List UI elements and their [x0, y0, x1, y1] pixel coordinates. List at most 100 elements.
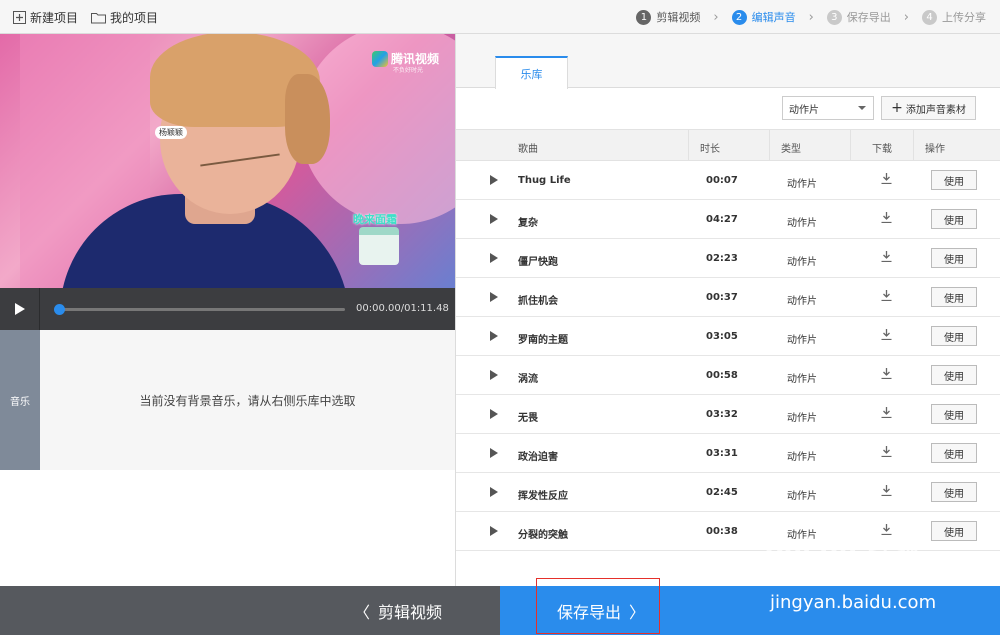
- play-preview-icon[interactable]: [490, 253, 498, 263]
- step-1[interactable]: 1 剪辑视频: [636, 9, 700, 25]
- use-button[interactable]: 使用: [931, 248, 977, 268]
- library-tabs: 乐库: [456, 34, 1000, 89]
- step-4-number: 4: [922, 9, 937, 25]
- download-icon[interactable]: [881, 251, 892, 265]
- table-row[interactable]: 抓住机会 00:37 动作片 使用: [456, 278, 1000, 317]
- play-preview-icon[interactable]: [490, 292, 498, 302]
- use-button[interactable]: 使用: [931, 170, 977, 190]
- next-button-label: 保存导出: [557, 602, 622, 622]
- progress-knob[interactable]: [54, 304, 65, 315]
- use-button[interactable]: 使用: [931, 209, 977, 229]
- song-name: 无畏: [518, 413, 538, 424]
- song-duration: 04:27: [706, 214, 738, 225]
- song-duration: 03:05: [706, 331, 738, 342]
- new-project-label: 新建项目: [30, 11, 79, 25]
- download-icon[interactable]: [881, 446, 892, 460]
- song-type: 动作片: [787, 179, 817, 190]
- video-caption: 晚来面霜: [353, 213, 397, 226]
- folder-icon: [91, 13, 106, 24]
- play-button[interactable]: [0, 288, 40, 330]
- column-divider: [769, 130, 770, 161]
- table-row[interactable]: 复杂 04:27 动作片 使用: [456, 200, 1000, 239]
- chevron-down-icon: [858, 106, 866, 110]
- song-type: 动作片: [787, 218, 817, 229]
- use-button[interactable]: 使用: [931, 326, 977, 346]
- column-divider: [850, 130, 851, 161]
- table-header: 歌曲 时长 类型 下载 操作: [456, 129, 1000, 161]
- video-preview[interactable]: 腾讯视频 不负好时光 杨颖颖 晚来面霜: [0, 34, 455, 288]
- my-projects-button[interactable]: 我的项目: [91, 9, 158, 26]
- column-header-song: 歌曲: [518, 144, 538, 155]
- song-name: 僵尸快跑: [518, 257, 558, 268]
- download-icon[interactable]: [881, 368, 892, 382]
- use-button[interactable]: 使用: [931, 482, 977, 502]
- song-type: 动作片: [787, 257, 817, 268]
- column-header-download: 下载: [872, 144, 892, 155]
- my-projects-label: 我的项目: [110, 11, 159, 25]
- play-preview-icon[interactable]: [490, 448, 498, 458]
- song-name: 分裂的突触: [518, 530, 568, 541]
- use-button[interactable]: 使用: [931, 443, 977, 463]
- video-person-hair: [285, 74, 330, 164]
- use-button[interactable]: 使用: [931, 404, 977, 424]
- column-header-duration: 时长: [700, 144, 720, 155]
- plus-icon: +: [891, 100, 903, 116]
- play-preview-icon[interactable]: [490, 409, 498, 419]
- use-button[interactable]: 使用: [931, 365, 977, 385]
- download-icon[interactable]: [881, 329, 892, 343]
- step-3-number: 3: [826, 9, 842, 25]
- step-chevron-icon: ›: [903, 9, 909, 25]
- table-row[interactable]: 涡流 00:58 动作片 使用: [456, 356, 1000, 395]
- category-select[interactable]: 动作片: [782, 96, 874, 120]
- tencent-video-logo-icon: [372, 50, 388, 67]
- baidu-watermark-url: jingyan.baidu.com: [770, 592, 937, 613]
- top-toolbar: 新建项目 我的项目 1 剪辑视频 › 2 编辑声音 › 3 保存导出 › 4 上传分享: [0, 0, 1000, 34]
- download-icon[interactable]: [881, 212, 892, 226]
- column-divider: [688, 130, 689, 161]
- download-icon[interactable]: [881, 290, 892, 304]
- music-track-label: 音乐: [0, 330, 40, 470]
- play-preview-icon[interactable]: [490, 526, 498, 536]
- table-row[interactable]: 罗南的主题 03:05 动作片 使用: [456, 317, 1000, 356]
- column-header-type: 类型: [781, 144, 801, 155]
- add-sound-button[interactable]: + 添加声音素材: [881, 96, 976, 120]
- table-row[interactable]: 挥发性反应 02:45 动作片 使用: [456, 473, 1000, 512]
- song-duration: 00:07: [706, 175, 738, 186]
- play-preview-icon[interactable]: [490, 214, 498, 224]
- song-duration: 00:58: [706, 370, 738, 381]
- tab-music-library[interactable]: 乐库: [495, 56, 568, 89]
- category-select-value: 动作片: [789, 104, 819, 116]
- back-to-edit-video-button[interactable]: 〈 剪辑视频: [0, 586, 500, 635]
- table-row[interactable]: 无畏 03:32 动作片 使用: [456, 395, 1000, 434]
- new-project-button[interactable]: 新建项目: [13, 9, 78, 26]
- player-controls: 00:00.00/01:11.48: [0, 288, 455, 330]
- download-icon[interactable]: [881, 173, 892, 187]
- progress-bar[interactable]: [54, 304, 345, 315]
- song-type: 动作片: [787, 491, 817, 502]
- song-type: 动作片: [787, 413, 817, 424]
- song-list: Thug Life 00:07 动作片 使用 复杂 04:27 动作片 使用 僵尸快跑 02:23…: [456, 161, 1000, 551]
- download-icon[interactable]: [881, 485, 892, 499]
- play-preview-icon[interactable]: [490, 175, 498, 185]
- table-row[interactable]: 僵尸快跑 02:23 动作片 使用: [456, 239, 1000, 278]
- song-duration: 00:37: [706, 292, 738, 303]
- table-row[interactable]: Thug Life 00:07 动作片 使用: [456, 161, 1000, 200]
- step-2[interactable]: 2 编辑声音: [731, 9, 796, 25]
- table-row[interactable]: 政治迫害 03:31 动作片 使用: [456, 434, 1000, 473]
- music-track: 音乐 当前没有背景音乐，请从右侧乐库中选取: [0, 330, 455, 470]
- step-3-label: 保存导出: [846, 11, 891, 24]
- song-name: 抓住机会: [518, 296, 558, 307]
- download-icon[interactable]: [881, 407, 892, 421]
- playback-time: 00:00.00/01:11.48: [356, 303, 449, 314]
- song-duration: 02:23: [706, 253, 738, 264]
- song-type: 动作片: [787, 296, 817, 307]
- play-preview-icon[interactable]: [490, 331, 498, 341]
- use-button[interactable]: 使用: [931, 287, 977, 307]
- step-indicator: 1 剪辑视频 › 2 编辑声音 › 3 保存导出 › 4 上传分享: [636, 0, 1000, 34]
- step-3[interactable]: 3 保存导出: [826, 9, 891, 25]
- use-button[interactable]: 使用: [931, 521, 977, 541]
- play-preview-icon[interactable]: [490, 487, 498, 497]
- step-4[interactable]: 4 上传分享: [922, 9, 986, 25]
- play-preview-icon[interactable]: [490, 370, 498, 380]
- song-duration: 03:32: [706, 409, 738, 420]
